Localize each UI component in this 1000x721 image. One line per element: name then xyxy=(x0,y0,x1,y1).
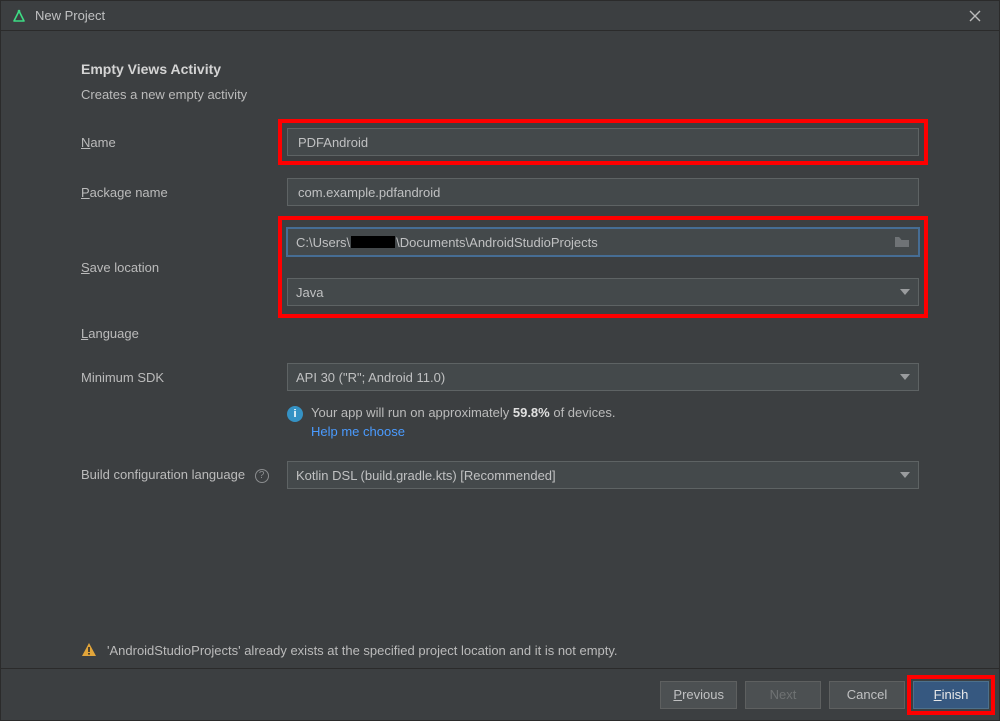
dialog-content: Empty Views Activity Creates a new empty… xyxy=(1,31,999,632)
section-title: Empty Views Activity xyxy=(81,61,919,77)
label-build-config-language: Build configuration language ? xyxy=(81,467,281,483)
minimum-sdk-select[interactable]: API 30 ("R"; Android 11.0) xyxy=(287,363,919,391)
close-button[interactable] xyxy=(961,5,989,27)
previous-button[interactable]: Previous xyxy=(660,681,737,709)
warning-text: 'AndroidStudioProjects' already exists a… xyxy=(107,643,618,658)
label-name: Name xyxy=(81,135,281,150)
language-select[interactable]: Java xyxy=(287,278,919,306)
label-minimum-sdk: Minimum SDK xyxy=(81,370,281,385)
build-config-language-value: Kotlin DSL (build.gradle.kts) [Recommend… xyxy=(296,468,556,483)
project-form: Name Package name Save location C:\Users… xyxy=(81,128,919,489)
save-location-field[interactable]: C:\Users\\Documents\AndroidStudioProject… xyxy=(287,228,919,256)
help-icon[interactable]: ? xyxy=(255,469,269,483)
sdk-info: i Your app will run on approximately 59.… xyxy=(287,405,919,439)
chevron-down-icon xyxy=(900,289,910,295)
redacted-username xyxy=(351,236,395,248)
build-config-language-select[interactable]: Kotlin DSL (build.gradle.kts) [Recommend… xyxy=(287,461,919,489)
name-field[interactable] xyxy=(287,128,919,156)
finish-button[interactable]: Finish xyxy=(913,681,989,709)
info-icon: i xyxy=(287,406,303,422)
help-me-choose-link[interactable]: Help me choose xyxy=(311,424,616,439)
highlight-finish: Finish xyxy=(907,675,995,715)
package-input[interactable] xyxy=(296,184,910,201)
save-location-value: C:\Users\\Documents\AndroidStudioProject… xyxy=(296,235,598,250)
new-project-dialog: New Project Empty Views Activity Creates… xyxy=(0,0,1000,721)
highlight-save-language: C:\Users\\Documents\AndroidStudioProject… xyxy=(278,216,928,318)
label-language: Language xyxy=(81,326,281,341)
dialog-footer: Previous Next Cancel Finish xyxy=(1,668,999,720)
chevron-down-icon xyxy=(900,472,910,478)
package-field[interactable] xyxy=(287,178,919,206)
label-package: Package name xyxy=(81,185,281,200)
close-icon xyxy=(969,10,981,22)
sdk-info-text: Your app will run on approximately 59.8%… xyxy=(311,405,616,420)
label-save-location: Save location xyxy=(81,260,281,275)
name-input[interactable] xyxy=(296,134,910,151)
next-button: Next xyxy=(745,681,821,709)
chevron-down-icon xyxy=(900,374,910,380)
section-subtitle: Creates a new empty activity xyxy=(81,87,919,102)
warning-icon xyxy=(81,642,97,658)
minimum-sdk-value: API 30 ("R"; Android 11.0) xyxy=(296,370,445,385)
warning-bar: 'AndroidStudioProjects' already exists a… xyxy=(1,632,999,668)
android-studio-icon xyxy=(11,8,27,24)
window-title: New Project xyxy=(35,8,105,23)
cancel-button[interactable]: Cancel xyxy=(829,681,905,709)
browse-folder-icon[interactable] xyxy=(894,235,910,249)
highlight-name xyxy=(278,119,928,165)
titlebar: New Project xyxy=(1,1,999,31)
language-value: Java xyxy=(296,285,323,300)
